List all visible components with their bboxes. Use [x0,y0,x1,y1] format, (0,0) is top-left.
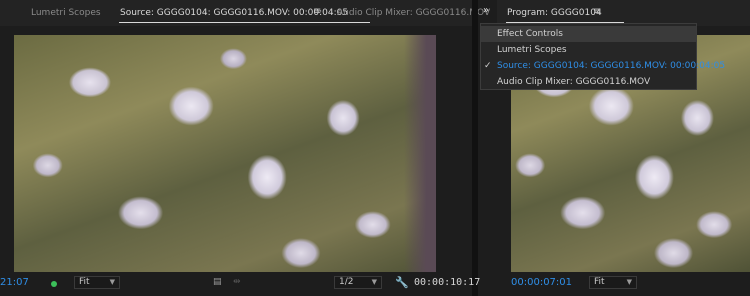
menu-item-label: Effect Controls [497,29,563,39]
program-controls: 00:00:07:01 Fit ▼ [497,272,750,296]
export-frame-icon[interactable]: ▤ [213,277,222,287]
tab-audio-clip-mixer[interactable]: Audio Clip Mixer: GGGG0116.MOV [337,8,490,18]
playback-resolution-select[interactable]: 1/2 ▼ [334,276,382,289]
menu-item-audio-clip-mixer[interactable]: Audio Clip Mixer: GGGG0116.MOV [481,74,696,90]
panel-divider[interactable] [472,0,478,296]
source-playhead-timecode[interactable]: 21:07 [0,277,29,288]
zoom-fit-label: Fit [79,277,90,287]
program-menu-icon[interactable]: ≡ [593,6,601,17]
menu-item-label: Lumetri Scopes [497,45,567,55]
playback-resolution-label: 1/2 [339,277,354,287]
tab-program[interactable]: Program: GGGG0104 [506,8,624,23]
tab-lumetri-scopes[interactable]: Lumetri Scopes [31,8,101,18]
flower-footage-image [14,35,436,272]
menu-item-effect-controls[interactable]: Effect Controls [481,26,696,42]
menu-item-label: Audio Clip Mixer: GGGG0116.MOV [497,77,651,87]
chevron-down-icon: ▼ [626,278,632,286]
program-zoom-fit-select[interactable]: Fit ▼ [589,276,637,289]
checkmark-icon: ✓ [484,61,492,71]
source-duration-timecode: 00:00:10:17 [414,277,481,288]
menu-item-source[interactable]: ✓ Source: GGGG0104: GGGG0116.MOV: 00:00:… [481,58,725,74]
menu-item-label: Source: GGGG0104: GGGG0116.MOV: 00:00:04… [497,61,726,71]
zoom-fit-select[interactable]: Fit ▼ [74,276,120,289]
chevron-down-icon: ▼ [109,278,115,286]
status-indicator [51,281,57,287]
chevron-down-icon: ▼ [371,278,377,286]
frame-vignette [404,35,436,272]
chevron-double-right-icon[interactable]: » [478,5,494,19]
program-playhead-timecode[interactable]: 00:00:07:01 [511,277,572,288]
panel-menu-icon[interactable]: ≡ [313,6,321,17]
source-controls: 21:07 Fit ▼ ▤ ⇹ 1/2 ▼ 🔧 00:00:10:17 [0,272,480,296]
insert-icon: ⇹ [233,277,241,287]
source-monitor-frame[interactable] [14,35,436,272]
panel-overflow-menu: Effect Controls Lumetri Scopes ✓ Source:… [480,23,725,90]
menu-item-lumetri-scopes[interactable]: Lumetri Scopes [481,42,696,58]
program-zoom-fit-label: Fit [594,277,605,287]
wrench-icon[interactable]: 🔧 [395,276,409,289]
source-panel-tabbar: Lumetri Scopes Source: GGGG0104: GGGG011… [0,0,490,26]
